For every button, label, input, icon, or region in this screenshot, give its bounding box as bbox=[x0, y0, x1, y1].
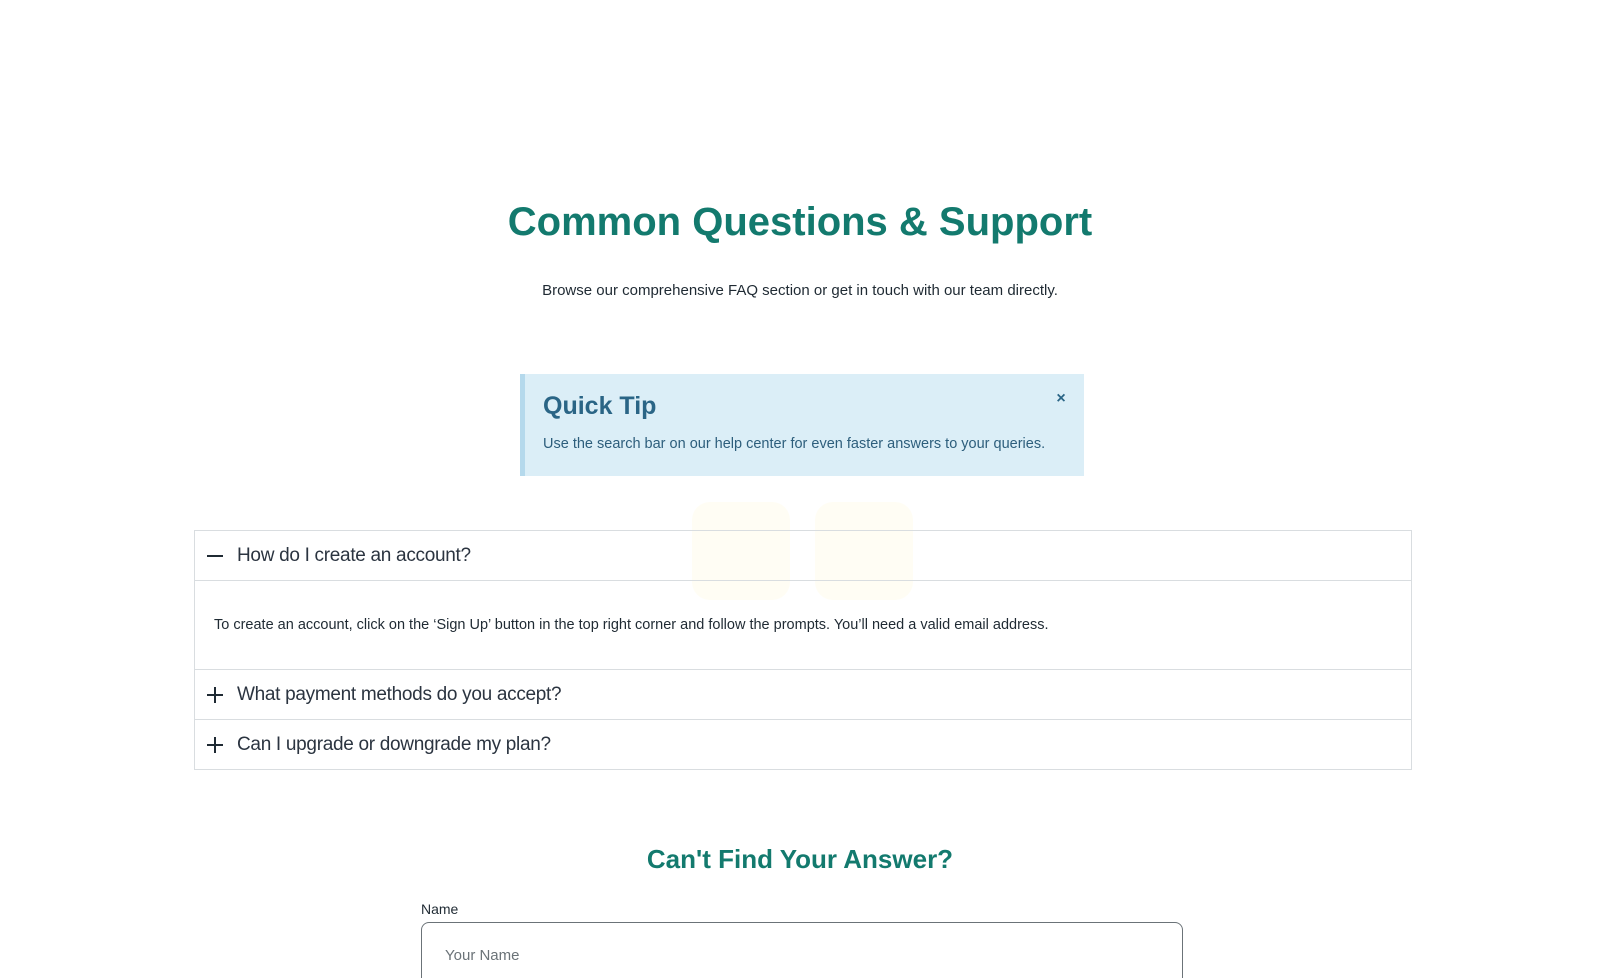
tip-text: Use the search bar on our help center fo… bbox=[543, 436, 1046, 452]
faq-question: Can I upgrade or downgrade my plan? bbox=[237, 733, 551, 755]
tip-title: Quick Tip bbox=[543, 392, 657, 420]
faq-question: How do I create an account? bbox=[237, 544, 471, 566]
faq-accordion: How do I create an account? To create an… bbox=[194, 530, 1412, 770]
quick-tip-alert: Quick Tip Use the search bar on our help… bbox=[520, 374, 1084, 476]
faq-question: What payment methods do you accept? bbox=[237, 683, 562, 705]
faq-item: Can I upgrade or downgrade my plan? bbox=[195, 720, 1411, 769]
name-label: Name bbox=[421, 901, 459, 917]
name-input[interactable] bbox=[421, 922, 1183, 978]
faq-question-toggle[interactable]: Can I upgrade or downgrade my plan? bbox=[195, 720, 1411, 769]
close-icon[interactable]: × bbox=[1052, 390, 1070, 408]
faq-answer: To create an account, click on the ‘Sign… bbox=[195, 580, 1411, 669]
faq-item: What payment methods do you accept? bbox=[195, 670, 1411, 720]
page-subtitle: Browse our comprehensive FAQ section or … bbox=[542, 282, 1058, 299]
plus-icon bbox=[207, 736, 223, 753]
faq-question-toggle[interactable]: What payment methods do you accept? bbox=[195, 670, 1411, 719]
faq-question-toggle[interactable]: How do I create an account? bbox=[195, 531, 1411, 580]
plus-icon bbox=[207, 686, 223, 703]
minus-icon bbox=[207, 548, 223, 564]
faq-item: How do I create an account? To create an… bbox=[195, 531, 1411, 670]
page-title: Common Questions & Support bbox=[507, 200, 1093, 244]
faq-page: Common Questions & Support Browse our co… bbox=[0, 0, 1600, 978]
contact-title: Can't Find Your Answer? bbox=[646, 844, 954, 874]
